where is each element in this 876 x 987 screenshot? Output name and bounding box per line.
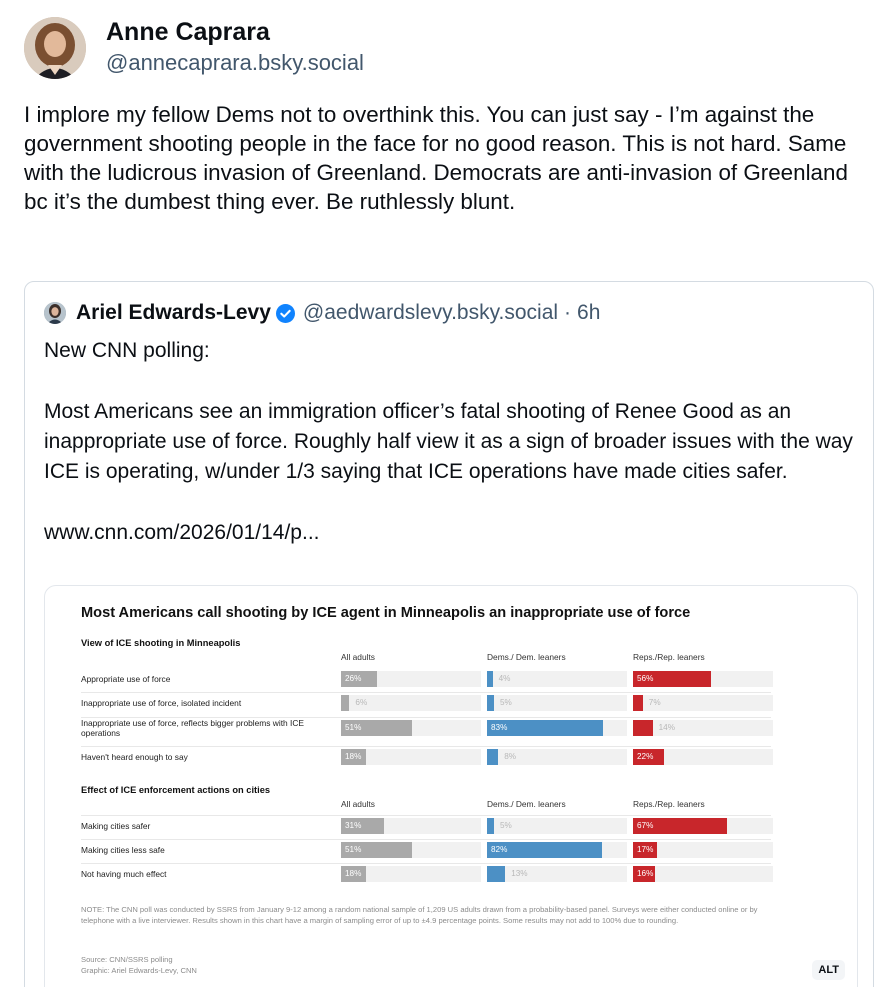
chart-bar-track: 5% (487, 818, 627, 834)
chart-category-label: Appropriate use of force (81, 673, 171, 684)
chart-category-label: Not having much effect (81, 868, 167, 879)
chart-data-label: 56% (637, 674, 654, 683)
chart-title: Most Americans call shooting by ICE agen… (81, 605, 691, 621)
chart-category-label: Making cities safer (81, 820, 151, 831)
chart-section-title: Effect of ICE enforcement actions on cit… (81, 785, 271, 795)
chart-data-label: 13% (511, 869, 528, 878)
chart-data-label: 82% (491, 845, 508, 854)
chart-bar-track: 82% (487, 842, 627, 858)
chart-data-label: 5% (500, 821, 512, 830)
chart-source-line: Source: CNN/SSRS polling (81, 955, 173, 964)
chart-data-label: 31% (345, 821, 362, 830)
chart-bar (487, 749, 499, 765)
chart-bar-track: 7% (633, 695, 773, 711)
alt-text-button[interactable]: ALT (812, 960, 845, 980)
chart-image[interactable]: Most Americans call shooting by ICE agen… (44, 585, 858, 987)
quoted-author-handle[interactable]: @aedwardslevy.bsky.social (303, 301, 558, 325)
chart-column-header: Reps./Rep. leaners (633, 652, 705, 662)
chart-data-label: 8% (504, 752, 517, 761)
chart-section-title: View of ICE shooting in Minneapolis (81, 638, 241, 648)
chart-bar-track: 4% (487, 671, 627, 687)
chart-row-divider (81, 746, 771, 747)
chart-bar-track: 26% (341, 671, 481, 687)
chart-data-label: 17% (637, 845, 654, 854)
post-author[interactable]: Anne Caprara @annecaprara.bsky.social (24, 16, 364, 80)
chart-data-label: 14% (658, 723, 675, 732)
header-separator: · (564, 301, 572, 324)
chart-data-label: 5% (500, 698, 512, 707)
chart-row-divider (81, 717, 771, 718)
quoted-post-text: New CNN polling: Most Americans see an i… (44, 339, 853, 544)
chart-column-header: All adults (341, 799, 375, 809)
chart-data-label: 4% (498, 674, 511, 683)
chart-source: Source: CNN/SSRS polling Graphic: Ariel … (81, 954, 197, 977)
quoted-post-header: Ariel Edwards-Levy @aedwardslevy.bsky.so… (44, 298, 600, 328)
chart-column-header: Dems./ Dem. leaners (487, 799, 566, 809)
chart-bar (633, 720, 653, 736)
chart-data-label: 7% (648, 698, 661, 707)
chart-graphic-credit: Graphic: Ariel Edwards-Levy, CNN (81, 966, 197, 976)
chart-bar-track: 83% (487, 720, 627, 736)
quoted-post-time[interactable]: 6h (577, 301, 600, 325)
chart-bar-track: 51% (341, 842, 481, 858)
chart-row-divider (81, 692, 771, 693)
chart-bar-track: 31% (341, 818, 481, 834)
chart-data-label: 51% (345, 845, 362, 854)
chart-bar (487, 671, 493, 687)
chart-bar-track: 67% (633, 818, 773, 834)
chart-bar-track: 5% (487, 695, 627, 711)
author-avatar[interactable] (24, 17, 86, 79)
chart-category-label: Inappropriate use of force, reflects big… (81, 717, 304, 739)
chart-data-label: 18% (345, 752, 362, 761)
chart-bar-track: 22% (633, 749, 773, 765)
chart-row-divider (81, 839, 771, 840)
chart-category-label: Inappropriate use of force, isolated inc… (81, 697, 242, 708)
chart-data-label: 16% (637, 869, 654, 878)
chart-bar-track: 8% (487, 749, 627, 765)
chart-bar (487, 818, 494, 834)
author-avatar-image (24, 17, 86, 79)
chart-column-header: All adults (341, 652, 375, 662)
chart-bar-track: 56% (633, 671, 773, 687)
chart-bar-track: 6% (341, 695, 481, 711)
author-display-name[interactable]: Anne Caprara (106, 16, 364, 48)
chart-data-label: 51% (345, 723, 362, 732)
bluesky-post: Anne Caprara @annecaprara.bsky.social I … (0, 0, 876, 987)
chart-bar (341, 695, 350, 711)
chart-bar-track: 18% (341, 749, 481, 765)
chart-bar-track: 18% (341, 866, 481, 882)
chart-data-label: 83% (491, 723, 508, 732)
chart-row-divider (81, 863, 771, 864)
author-handle[interactable]: @annecaprara.bsky.social (106, 48, 364, 78)
quoted-post[interactable]: Ariel Edwards-Levy @aedwardslevy.bsky.so… (24, 281, 874, 987)
chart-data-label: 67% (637, 821, 654, 830)
chart-data-label: 18% (345, 869, 362, 878)
quoted-author-avatar-image (44, 302, 66, 324)
chart-data-label: 26% (345, 674, 362, 683)
chart-row-divider (81, 815, 771, 816)
chart-category-label: Making cities less safe (81, 844, 165, 855)
chart-column-header: Dems./ Dem. leaners (487, 652, 566, 662)
chart-bar (633, 695, 643, 711)
chart-bar (487, 866, 506, 882)
post-text: I implore my fellow Dems not to overthin… (24, 102, 855, 214)
chart-note: NOTE: The CNN poll was conducted by SSRS… (81, 905, 758, 926)
chart-bar-track: 16% (633, 866, 773, 882)
quoted-author-name[interactable]: Ariel Edwards-Levy (76, 301, 271, 325)
quoted-author-avatar[interactable] (44, 302, 66, 324)
chart-data-label: 6% (355, 698, 368, 707)
chart-bar (487, 695, 494, 711)
chart-bar-track: 51% (341, 720, 481, 736)
chart-column-header: Reps./Rep. leaners (633, 799, 705, 809)
chart-data-label: 22% (637, 752, 654, 761)
chart-category-label: Haven't heard enough to say (81, 751, 188, 762)
chart-bar-track: 14% (633, 720, 773, 736)
chart-bar-track: 13% (487, 866, 627, 882)
chart-bar-track: 17% (633, 842, 773, 858)
verified-badge-icon (275, 303, 295, 323)
